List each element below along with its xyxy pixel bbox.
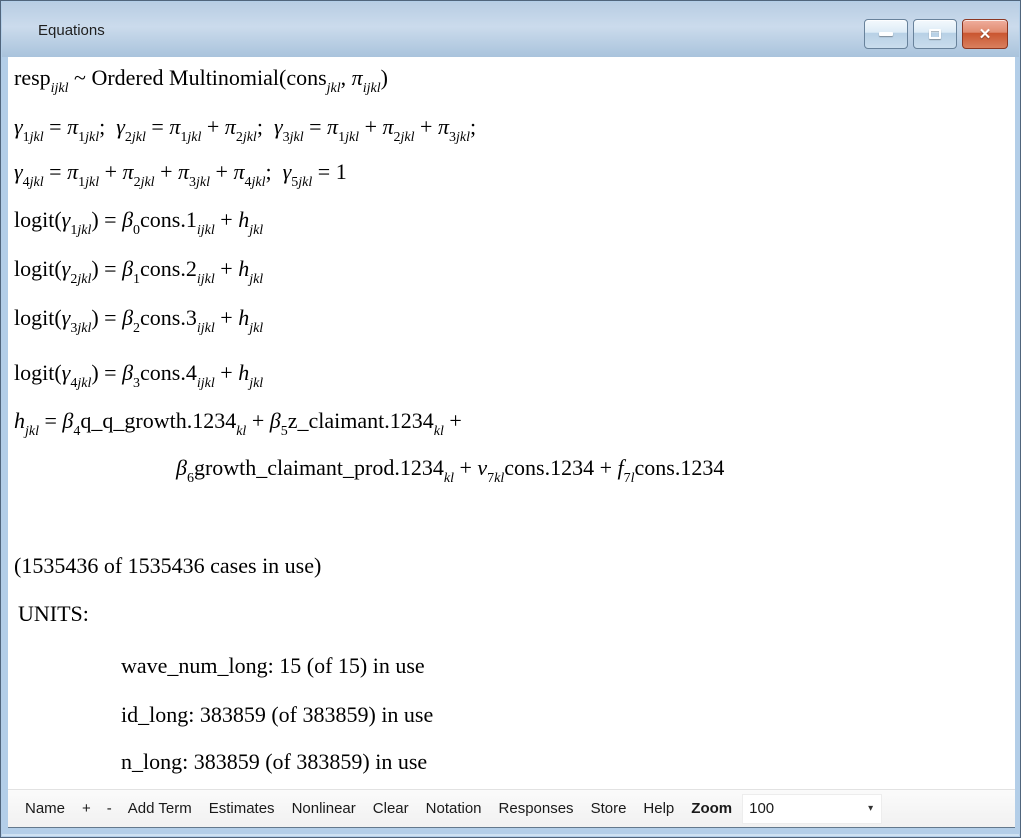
- toolbar-button-notation[interactable]: Notation: [426, 800, 482, 817]
- close-icon: ✕: [979, 27, 992, 42]
- equations-pane[interactable]: respijkl ~ Ordered Multinomial(consjkl, …: [8, 57, 1015, 789]
- maximize-button[interactable]: [913, 19, 957, 49]
- unit-item-n-long: n_long: 383859 (of 383859) in use: [121, 749, 427, 775]
- toolbar-button-plus[interactable]: +: [82, 800, 91, 817]
- unit-item-id-long: id_long: 383859 (of 383859) in use: [121, 702, 433, 728]
- toolbar-button-estimates[interactable]: Estimates: [209, 800, 275, 817]
- equation-line-6[interactable]: logit(γ3jkl) = β2cons.3ijkl + hjkl: [14, 305, 263, 331]
- toolbar: Name + - Add Term Estimates Nonlinear Cl…: [8, 789, 1015, 828]
- zoom-combobox[interactable]: 100 ▾: [742, 794, 882, 824]
- toolbar-button-responses[interactable]: Responses: [499, 800, 574, 817]
- toolbar-button-minus[interactable]: -: [107, 800, 112, 817]
- equation-line-1[interactable]: respijkl ~ Ordered Multinomial(consjkl, …: [14, 65, 388, 91]
- equation-line-9[interactable]: β6growth_claimant_prod.1234kl + v7klcons…: [176, 455, 724, 481]
- minimize-button[interactable]: [864, 19, 908, 49]
- window-title: Equations: [38, 22, 105, 39]
- equation-line-3[interactable]: γ4jkl = π1jkl + π2jkl + π3jkl + π4jkl; γ…: [14, 159, 347, 185]
- toolbar-button-name[interactable]: Name: [25, 800, 65, 817]
- equation-line-2[interactable]: γ1jkl = π1jkl; γ2jkl = π1jkl + π2jkl; γ3…: [14, 114, 476, 140]
- close-button[interactable]: ✕: [962, 19, 1008, 49]
- toolbar-button-store[interactable]: Store: [591, 800, 627, 817]
- zoom-value: 100: [749, 800, 774, 817]
- chevron-down-icon: ▾: [868, 803, 873, 814]
- toolbar-button-nonlinear[interactable]: Nonlinear: [292, 800, 356, 817]
- toolbar-button-clear[interactable]: Clear: [373, 800, 409, 817]
- equation-line-7[interactable]: logit(γ4jkl) = β3cons.4ijkl + hjkl: [14, 360, 263, 386]
- caption-buttons: ✕: [864, 19, 1008, 49]
- equation-line-5[interactable]: logit(γ2jkl) = β1cons.2ijkl + hjkl: [14, 256, 263, 282]
- equation-line-4[interactable]: logit(γ1jkl) = β0cons.1ijkl + hjkl: [14, 207, 263, 233]
- units-heading: UNITS:: [18, 601, 89, 627]
- maximize-icon: [929, 29, 941, 39]
- cases-in-use-text: (1535436 of 1535436 cases in use): [14, 553, 321, 579]
- toolbar-button-help[interactable]: Help: [643, 800, 674, 817]
- window-frame-highlight: [2, 834, 1019, 836]
- zoom-label: Zoom: [691, 800, 732, 817]
- toolbar-button-add-term[interactable]: Add Term: [128, 800, 192, 817]
- minimize-icon: [879, 32, 893, 36]
- equation-line-8[interactable]: hjkl = β4q_q_growth.1234kl + β5z_claiman…: [14, 408, 462, 434]
- unit-item-wave-num-long: wave_num_long: 15 (of 15) in use: [121, 653, 425, 679]
- equations-window: Equations ✕ respijkl ~ Ordered Multinomi…: [0, 0, 1021, 838]
- title-bar[interactable]: Equations ✕: [2, 2, 1019, 57]
